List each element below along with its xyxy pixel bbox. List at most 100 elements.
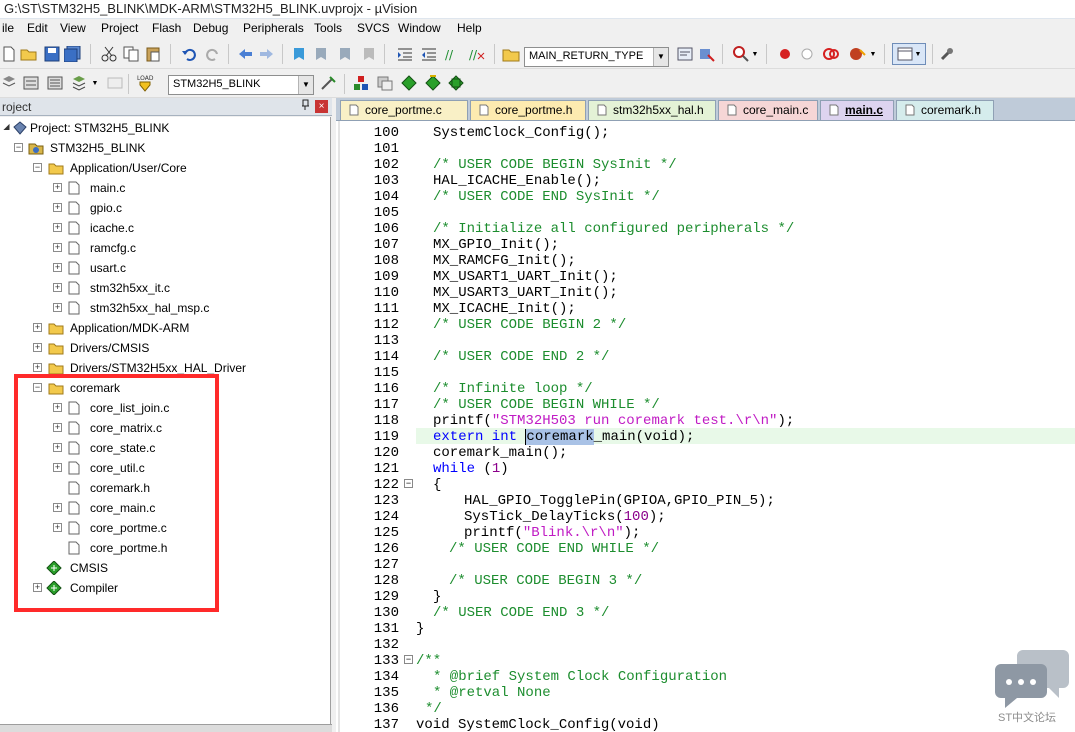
find-combo[interactable]: MAIN_RETURN_TYPE ▼ <box>524 47 669 67</box>
tree-file-icache-c[interactable]: + icache.c <box>0 219 330 237</box>
expand-icon[interactable]: + <box>33 343 42 352</box>
tab-core-portme-h[interactable]: core_portme.h <box>470 100 586 120</box>
comment-icon[interactable]: // <box>444 45 462 63</box>
prev-bookmark-icon[interactable] <box>312 45 330 63</box>
download-button[interactable]: LOAD <box>136 72 154 94</box>
expand-icon[interactable]: + <box>53 263 62 272</box>
build-icon[interactable] <box>22 74 40 92</box>
tree-label-group: Drivers/CMSIS <box>70 341 150 355</box>
breakpoint-icon[interactable] <box>776 45 794 63</box>
new-file-icon[interactable] <box>0 45 18 63</box>
pin-icon[interactable] <box>301 99 310 114</box>
tree-file-ramcfg-c[interactable]: + ramcfg.c <box>0 239 330 257</box>
tree-file-main-c[interactable]: + main.c <box>0 179 330 197</box>
clear-bookmarks-icon[interactable] <box>360 45 378 63</box>
batch-build-icon[interactable] <box>70 74 88 92</box>
menu-edit[interactable]: Edit <box>27 21 48 35</box>
uncomment-icon[interactable]: // <box>468 45 486 63</box>
tree-label-file: icache.c <box>90 221 135 235</box>
tree-label-file: usart.c <box>90 261 127 275</box>
chevron-down-icon[interactable]: ▼ <box>298 76 313 94</box>
menu-debug[interactable]: Debug <box>193 21 228 35</box>
copy-icon[interactable] <box>122 45 140 63</box>
collapse-icon[interactable]: − <box>33 163 42 172</box>
expand-icon[interactable]: + <box>53 223 62 232</box>
tab-stm32h5xx-hal-h[interactable]: stm32h5xx_hal.h <box>588 100 716 120</box>
menu-window[interactable]: Window <box>398 21 441 35</box>
undo-icon[interactable] <box>180 45 198 63</box>
close-icon[interactable]: × <box>315 100 328 113</box>
unindent-icon[interactable] <box>420 45 438 63</box>
run-time-environment-icon[interactable] <box>448 74 466 92</box>
find-in-files-icon[interactable] <box>502 45 520 63</box>
translate-icon[interactable] <box>0 74 18 92</box>
collapse-icon[interactable]: − <box>14 143 23 152</box>
chevron-down-icon[interactable]: ▼ <box>750 45 760 63</box>
tree-group-core[interactable]: − Application/User/Core <box>0 159 330 177</box>
manage-components-icon[interactable] <box>352 74 370 92</box>
expand-icon[interactable]: + <box>53 183 62 192</box>
file-icon <box>68 261 84 275</box>
find-symbol-icon[interactable] <box>698 45 716 63</box>
tree-file-usart-c[interactable]: + usart.c <box>0 259 330 277</box>
expand-icon[interactable]: + <box>53 243 62 252</box>
stop-build-icon[interactable] <box>106 74 124 92</box>
open-file-icon[interactable] <box>20 45 38 63</box>
tree-file-it-c[interactable]: + stm32h5xx_it.c <box>0 279 330 297</box>
menu-file[interactable]: ile <box>2 21 14 35</box>
tab-core-main-c[interactable]: core_main.c <box>718 100 818 120</box>
search-text-icon[interactable] <box>676 45 694 63</box>
expand-icon[interactable]: + <box>53 203 62 212</box>
chevron-down-icon[interactable]: ▼ <box>90 74 100 92</box>
paste-icon[interactable] <box>144 45 162 63</box>
tab-core-portme-c[interactable]: core_portme.c <box>340 100 468 120</box>
menu-flash[interactable]: Flash <box>152 21 181 35</box>
cut-icon[interactable] <box>100 45 118 63</box>
expand-icon[interactable]: + <box>33 323 42 332</box>
target-options-icon[interactable] <box>320 74 338 92</box>
chevron-down-icon[interactable]: ▼ <box>653 48 668 66</box>
tree-file-hal-msp-c[interactable]: + stm32h5xx_hal_msp.c <box>0 299 330 317</box>
disable-breakpoint-icon[interactable] <box>798 45 816 63</box>
save-icon[interactable] <box>43 45 61 63</box>
zoom-search-icon[interactable] <box>732 45 750 63</box>
expand-icon[interactable]: + <box>53 283 62 292</box>
redo-icon[interactable] <box>204 45 222 63</box>
target-combo[interactable]: STM32H5_BLINK ▼ <box>168 75 314 95</box>
clear-breakpoints-icon[interactable] <box>822 45 840 63</box>
select-software-packs-icon[interactable] <box>424 74 442 92</box>
line-number: 116 <box>373 381 399 397</box>
rebuild-icon[interactable] <box>46 74 64 92</box>
tree-node-target[interactable]: − STM32H5_BLINK <box>0 139 330 157</box>
file-extensions-icon[interactable] <box>376 74 394 92</box>
expand-icon[interactable]: + <box>33 363 42 372</box>
fold-toggle-icon[interactable]: − <box>404 655 413 664</box>
menu-tools[interactable]: Tools <box>314 21 342 35</box>
configure-wrench-icon[interactable] <box>938 45 956 63</box>
expand-icon[interactable]: + <box>53 303 62 312</box>
menu-project[interactable]: Project <box>101 21 138 35</box>
pack-installer-icon[interactable] <box>400 74 418 92</box>
line-number: 107 <box>373 237 399 253</box>
tab-main-c[interactable]: main.c <box>820 100 894 120</box>
next-bookmark-icon[interactable] <box>336 45 354 63</box>
bookmark-icon[interactable] <box>290 45 308 63</box>
fold-toggle-icon[interactable]: − <box>404 479 413 488</box>
menu-peripherals[interactable]: Peripherals <box>243 21 304 35</box>
menu-svcs[interactable]: SVCS <box>357 21 390 35</box>
expand-icon[interactable]: ◢ <box>2 123 11 132</box>
chevron-down-icon[interactable]: ▼ <box>868 45 878 63</box>
indent-icon[interactable] <box>396 45 414 63</box>
tree-group-mdk-arm[interactable]: + Application/MDK-ARM <box>0 319 330 337</box>
menu-help[interactable]: Help <box>457 21 482 35</box>
nav-back-icon[interactable] <box>236 45 254 63</box>
nav-forward-icon[interactable] <box>258 45 276 63</box>
tab-coremark-h[interactable]: coremark.h <box>896 100 994 120</box>
menu-view[interactable]: View <box>60 21 86 35</box>
tree-file-gpio-c[interactable]: + gpio.c <box>0 199 330 217</box>
save-all-icon[interactable] <box>64 45 82 63</box>
kill-breakpoints-icon[interactable] <box>848 45 866 63</box>
tree-node-project[interactable]: ◢ Project: STM32H5_BLINK <box>0 119 330 137</box>
tree-group-drivers-cmsis[interactable]: + Drivers/CMSIS <box>0 339 330 357</box>
window-layout-button[interactable]: ▼ <box>892 43 926 65</box>
